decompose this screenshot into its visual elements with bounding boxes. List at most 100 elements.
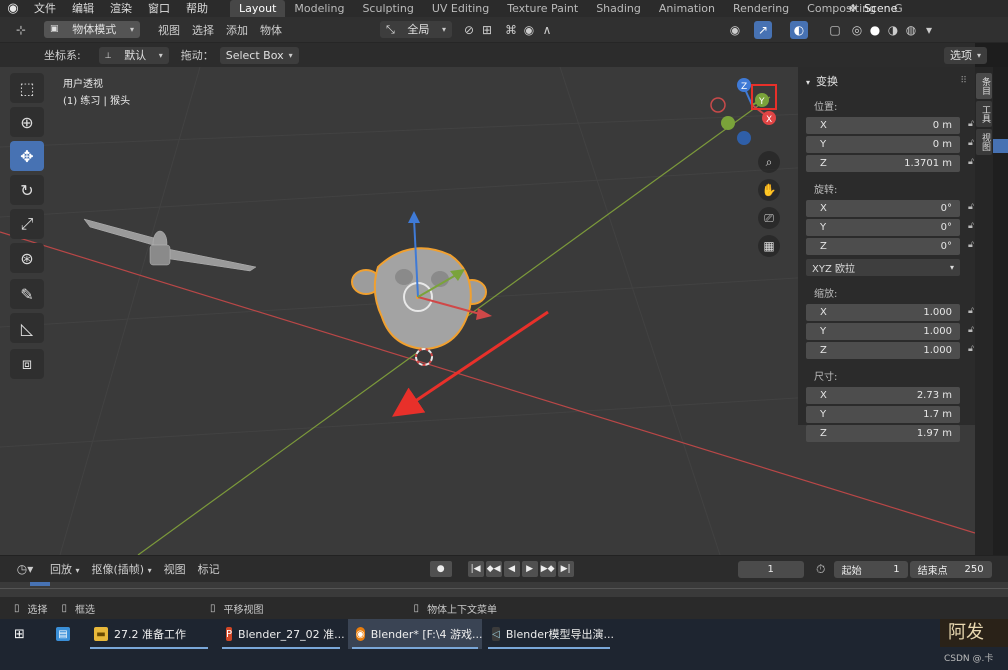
rotate-icon[interactable]: ↻ [10,175,44,205]
select-box-icon[interactable]: ⬚ [10,73,44,103]
drag-dropdown[interactable]: Select Box ▾ [219,46,299,64]
rotation-z-field[interactable]: Z 0° [806,238,960,255]
location-z-field[interactable]: Z 1.3701 m [806,155,960,172]
menu-select[interactable]: 选择 [186,22,220,38]
dimensions-x-field[interactable]: X 2.73 m [806,387,960,404]
menu-edit[interactable]: 编辑 [64,0,102,17]
measure-icon[interactable]: ◺ [10,313,44,343]
tab-item[interactable]: 条目 [976,73,992,99]
move-icon[interactable]: ✥ [10,141,44,171]
record-icon[interactable]: ● [429,561,452,577]
menu-view[interactable]: 视图 [152,22,186,38]
start-button[interactable]: ⊞ [8,619,44,649]
play-reverse-icon[interactable]: ◀ [503,561,520,577]
location-x-field[interactable]: X 0 m [806,117,960,134]
rotation-y-field[interactable]: Y 0° [806,219,960,236]
snap-target-icon[interactable]: ⌘ [502,21,520,39]
menu-file[interactable]: 文件 [26,0,64,17]
transform-orientation-dropdown[interactable]: ⤡ 全局 ▾ [380,21,452,38]
dimensions-z-field[interactable]: Z 1.97 m [806,425,960,442]
jump-end-icon[interactable]: ▶| [557,561,574,577]
properties-editor-edge [993,67,1008,555]
scale-x-field[interactable]: X 1.000 [806,304,960,321]
menu-window[interactable]: 窗口 [140,0,178,17]
taskbar-item-folder[interactable]: ▬ 27.2 准备工作 [86,619,212,649]
mode-dropdown[interactable]: ▣ 物体模式 ▾ [44,21,140,38]
jump-start-icon[interactable]: |◀ [467,561,484,577]
dimensions-y-field[interactable]: Y 1.7 m [806,406,960,423]
editor-type-icon[interactable]: ⊹ [12,21,30,39]
tab-sculpting[interactable]: Sculpting [353,0,422,17]
tab-uv-editing[interactable]: UV Editing [423,0,498,17]
next-keyframe-icon[interactable]: ▶◆ [539,561,556,577]
pivot-icon[interactable]: ⊘ [460,21,478,39]
transform-panel-header[interactable]: ▾ 变换 [806,73,838,89]
field-value: 1.97 m [916,428,952,439]
blender-logo-icon[interactable]: ◉ [0,0,26,17]
annotate-icon[interactable]: ✎ [10,279,44,309]
timeline-view-menu[interactable]: 视图 [158,561,192,577]
stopwatch-icon[interactable]: ⏱ [812,560,830,578]
tab-modeling[interactable]: Modeling [285,0,353,17]
grid-perspective-icon[interactable]: ▦ [758,235,780,257]
playback-menu[interactable]: 回放 ▾ [44,561,86,577]
scale-icon[interactable]: ⤢ [10,209,44,239]
tab-texture-paint[interactable]: Texture Paint [498,0,587,17]
status-context-menu: 物体上下文菜单 [427,604,498,616]
cursor-icon[interactable]: ⊕ [10,107,44,137]
tab-rendering[interactable]: Rendering [724,0,798,17]
overlay-toggle-icon[interactable]: ◐ [790,20,808,39]
shading-rendered-icon[interactable]: ◍ [902,21,920,39]
tab-animation[interactable]: Animation [650,0,724,17]
end-frame-field[interactable]: 结束点 250 [909,560,992,578]
menu-object[interactable]: 物体 [254,22,288,38]
menu-render[interactable]: 渲染 [102,0,140,17]
clock-editor-icon[interactable]: ◷▾ [12,560,38,578]
menu-help[interactable]: 帮助 [178,0,216,17]
start-frame-field[interactable]: 起始 1 [833,560,908,578]
zoom-icon[interactable]: ⌕ [758,151,780,173]
taskbar-item-vscode[interactable]: ◁ Blender模型导出演... [484,619,614,649]
location-y-field[interactable]: Y 0 m [806,136,960,153]
csdn-credit: CSDN @.卡 [944,654,994,664]
transform-icon[interactable]: ⊛ [10,243,44,273]
camera-icon[interactable]: ⎚ [758,207,780,229]
shading-material-icon[interactable]: ◑ [884,21,902,39]
tab-shading[interactable]: Shading [587,0,650,17]
play-icon[interactable]: ▶ [521,561,538,577]
scale-y-field[interactable]: Y 1.000 [806,323,960,340]
shading-options-icon[interactable]: ▾ [920,21,938,39]
scene-selector[interactable]: ❖ Scene [848,0,897,17]
visibility-icon[interactable]: ◉ [726,21,744,39]
gizmo-toggle-icon[interactable]: ↗ [754,20,772,39]
proportional-edit-icon[interactable]: ◉ [520,21,538,39]
browser-icon: ▤ [56,627,70,641]
rotation-mode-dropdown[interactable]: XYZ 欧拉 ▾ [806,259,960,276]
hand-pan-icon[interactable]: ✋ [758,179,780,201]
tab-view[interactable]: 视图 [976,129,992,155]
field-value: 1.000 [923,345,952,356]
prev-keyframe-icon[interactable]: ◆◀ [485,561,502,577]
shading-solid-icon[interactable]: ● [866,21,884,39]
tab-layout[interactable]: Layout [230,0,286,17]
taskbar-item-powerpoint[interactable]: P Blender_27_02 准... [218,619,345,649]
tab-tool[interactable]: 工具 [976,101,992,127]
marker-menu[interactable]: 标记 [192,561,226,577]
snap-icon[interactable]: ⊞ [478,21,496,39]
falloff-icon[interactable]: ∧ [538,21,556,39]
drag-handle-icon[interactable]: ⠿ [960,76,967,86]
coord-system-dropdown[interactable]: ⊥ 默认 ▾ [98,46,169,64]
shading-wireframe-icon[interactable]: ◎ [848,21,866,39]
playhead[interactable] [30,582,50,586]
keying-menu[interactable]: 抠像(插帧) ▾ [86,561,158,577]
add-cube-icon[interactable]: ⧈ [10,349,44,379]
scale-z-field[interactable]: Z 1.000 [806,342,960,359]
taskbar-item-blender[interactable]: ◉ Blender* [F:\4 游戏... [348,619,483,649]
timeline-scrubber[interactable] [0,582,1008,597]
taskbar-pinned-app[interactable]: ▤ [48,619,80,649]
current-frame-field[interactable]: 1 [737,560,804,578]
menu-add[interactable]: 添加 [220,22,254,38]
options-dropdown[interactable]: 选项 ▾ [944,46,988,64]
xray-icon[interactable]: ▢ [826,21,844,39]
rotation-x-field[interactable]: X 0° [806,200,960,217]
